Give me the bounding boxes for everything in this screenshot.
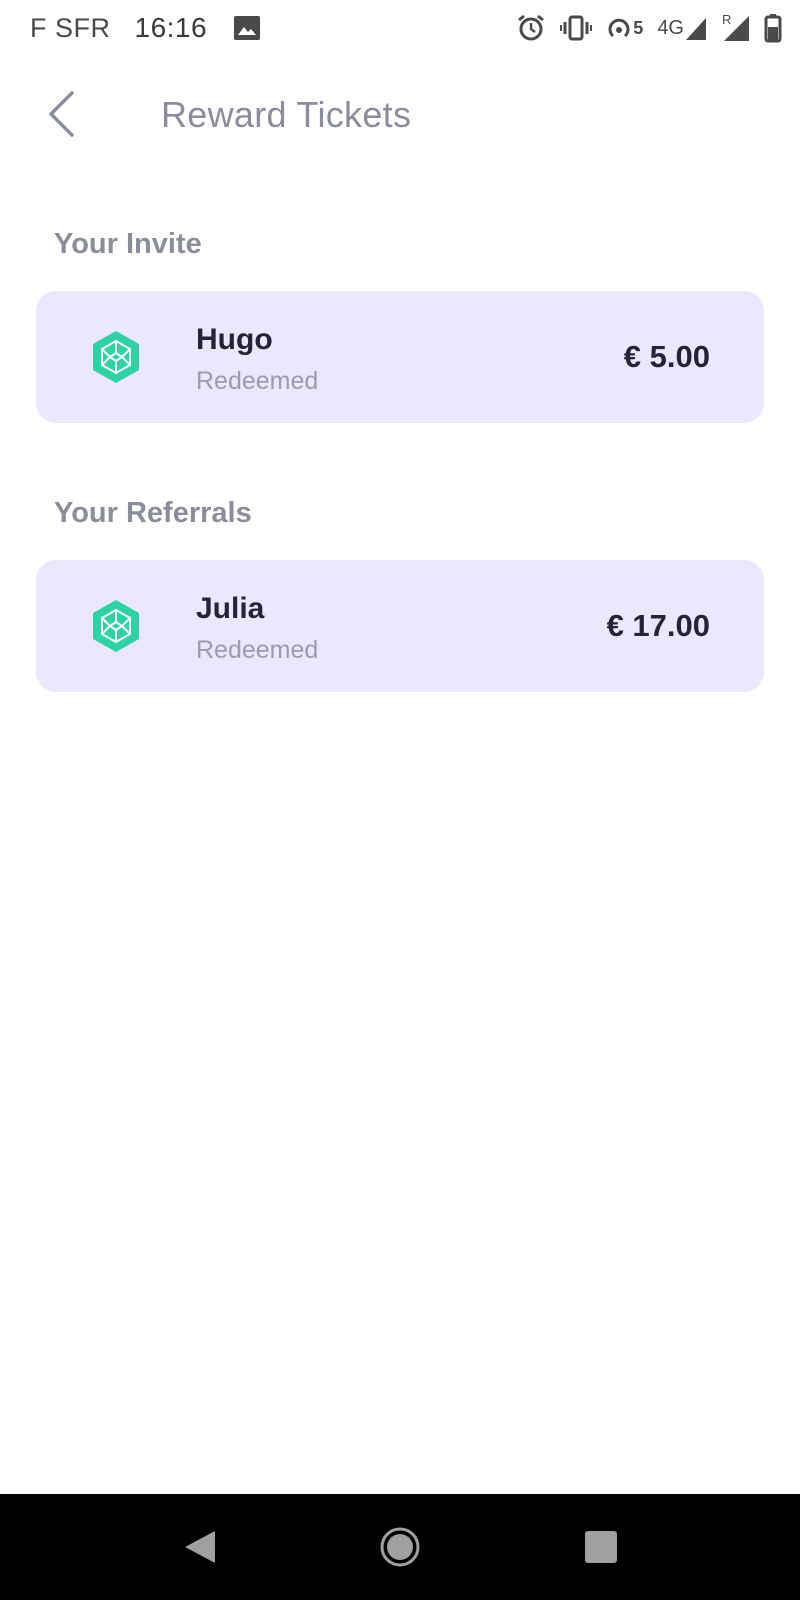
vibrate-icon [560, 15, 593, 41]
app-header: Reward Tickets [0, 56, 800, 178]
ticket-amount: € 5.00 [623, 339, 710, 374]
status-bar: F SFR 16:16 5 4G R [0, 0, 800, 56]
signal-icon [686, 18, 706, 40]
hotspot-indicator: 5 [606, 15, 643, 41]
network-indicator: 4G [657, 15, 708, 41]
nav-home-button[interactable] [377, 1524, 423, 1570]
nav-recents-button[interactable] [578, 1524, 624, 1570]
ticket-name: Hugo [196, 323, 273, 356]
status-right: 5 4G R [502, 8, 782, 48]
status-time: 16:16 [134, 12, 208, 43]
battery-icon [764, 14, 782, 43]
nav-back-button[interactable] [176, 1524, 222, 1570]
alarm-icon [518, 14, 545, 41]
roaming-indicator: R [722, 12, 750, 42]
ticket-name: Julia [196, 592, 265, 625]
hotspot-icon [608, 18, 630, 38]
circle-home-icon [380, 1527, 420, 1567]
system-navigation-bar [0, 1494, 800, 1600]
hotspot-count: 5 [633, 17, 644, 38]
page-title: Reward Tickets [161, 94, 412, 135]
status-left: F SFR 16:16 [30, 8, 261, 48]
ticket-amount: € 17.00 [606, 608, 710, 643]
hexagon-logo-icon [93, 331, 139, 383]
network-type: 4G [657, 16, 684, 39]
ticket-status: Redeemed [196, 367, 319, 395]
triangle-back-icon [185, 1531, 215, 1563]
back-button[interactable] [36, 84, 86, 144]
referral-ticket-card[interactable]: Julia Redeemed € 17.00 [36, 560, 764, 692]
gallery-notification-icon [234, 16, 261, 40]
invite-ticket-card[interactable]: Hugo Redeemed € 5.00 [36, 291, 764, 423]
invite-section-title: Your Invite [54, 228, 202, 260]
referrals-section-title: Your Referrals [54, 497, 252, 529]
chevron-left-icon [49, 91, 74, 137]
hexagon-logo-icon [93, 600, 139, 652]
ticket-status: Redeemed [196, 636, 319, 664]
carrier-name: F SFR [30, 12, 111, 43]
roaming-label: R [722, 12, 732, 27]
reward-tickets-screen: F SFR 16:16 5 4G R Reward Tickets Your I… [0, 0, 800, 1600]
square-recents-icon [585, 1531, 617, 1563]
